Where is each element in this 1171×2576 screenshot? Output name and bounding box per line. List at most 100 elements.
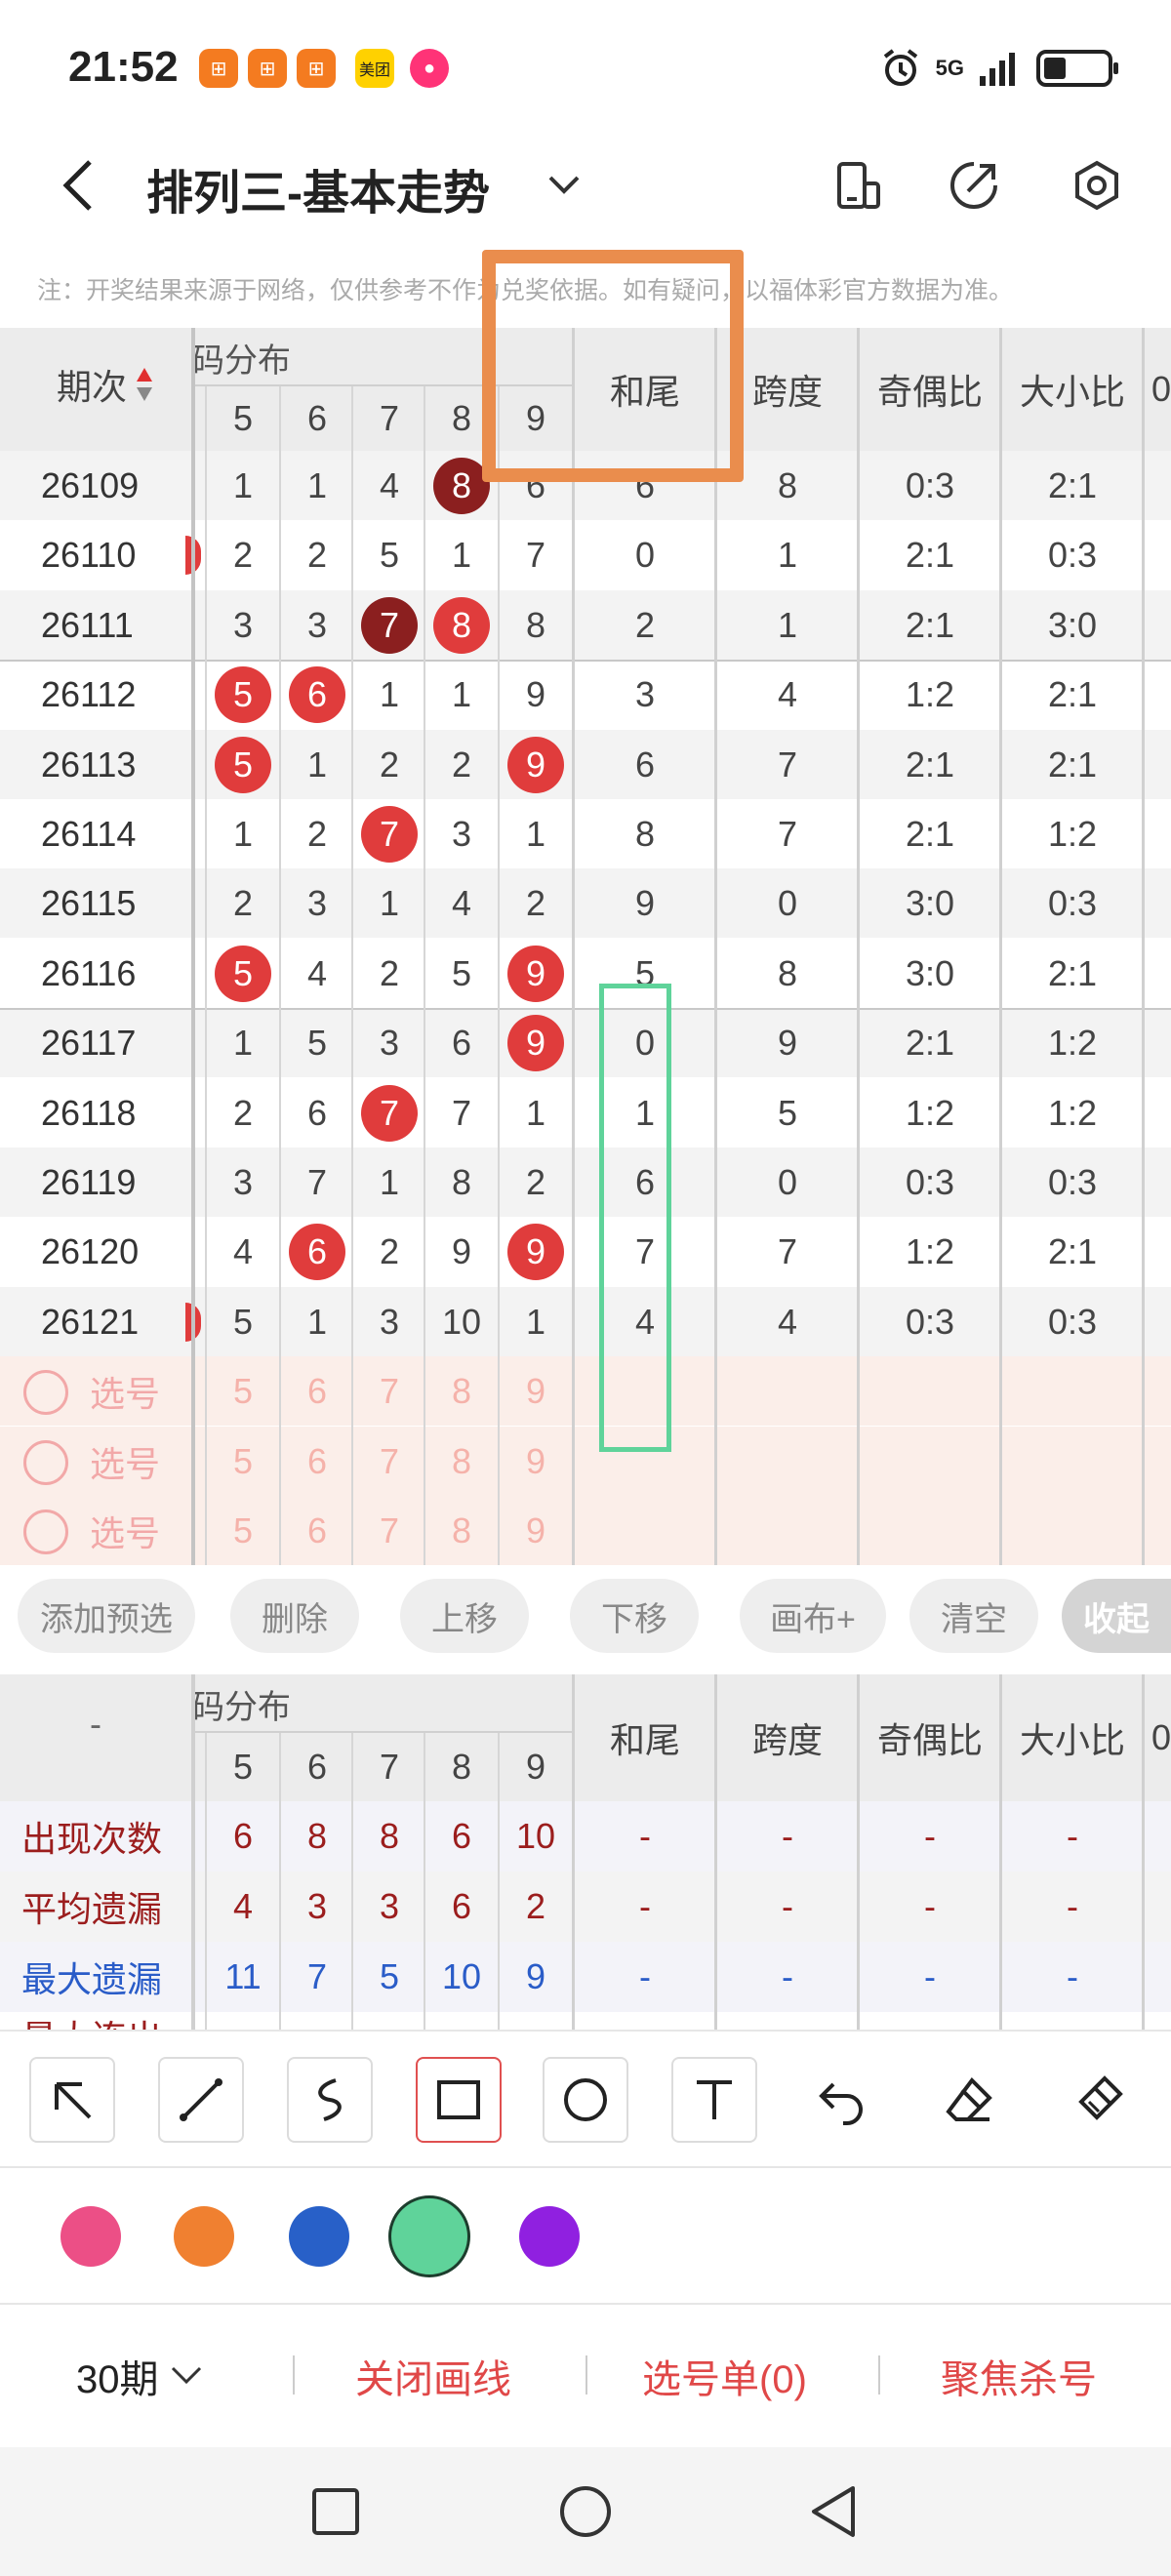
table-row[interactable]: 26120 4 6 2 9 9 7 7 1:2 2:1 bbox=[0, 1217, 1171, 1286]
pick-row[interactable]: 选号 5 6 7 8 9 bbox=[0, 1427, 1171, 1496]
app-notification-icon: ⊞ bbox=[248, 49, 287, 88]
stats-value: 2 bbox=[525, 1886, 546, 1926]
digit-cell: 5 bbox=[232, 1301, 254, 1342]
period-selector[interactable]: 30期 bbox=[76, 2348, 204, 2404]
table-row[interactable]: 26117 1 5 3 6 9 0 9 2:1 1:2 bbox=[0, 1008, 1171, 1077]
digit-cell: 9 bbox=[451, 1230, 472, 1271]
purple-swatch[interactable] bbox=[519, 2206, 580, 2267]
close-draw-button[interactable]: 关闭画线 bbox=[355, 2348, 511, 2404]
focus-kill-button[interactable]: 聚焦杀号 bbox=[941, 2348, 1097, 2404]
pick-number[interactable]: 7 bbox=[353, 1496, 425, 1565]
recent-apps-icon[interactable] bbox=[310, 2486, 361, 2537]
share-button[interactable] bbox=[947, 158, 1001, 213]
jiou-cell: 1:2 bbox=[905, 673, 955, 714]
pick-number[interactable]: 7 bbox=[353, 1356, 425, 1426]
table-row[interactable]: 26111 3 3 7 8 8 2 1 2:1 3:0 bbox=[0, 590, 1171, 660]
eraser-tool[interactable] bbox=[927, 2057, 1013, 2143]
pick-number[interactable]: 5 bbox=[207, 1496, 279, 1565]
stats-group-label: 号码分布 bbox=[193, 1688, 291, 1726]
pick-number[interactable]: 5 bbox=[207, 1356, 279, 1426]
action-button[interactable]: 添加预选 bbox=[18, 1579, 195, 1653]
stats-dash: - bbox=[782, 1886, 793, 1926]
digit-cell: 1 bbox=[451, 534, 472, 575]
orange-rect-drawing[interactable] bbox=[482, 250, 744, 482]
kuadu-cell: 1 bbox=[777, 534, 798, 575]
rectangle-icon bbox=[437, 2080, 480, 2119]
stats-digit-header: 7 bbox=[379, 1747, 400, 1787]
pick-radio[interactable] bbox=[23, 1370, 68, 1415]
stats-digit-header: 9 bbox=[525, 1747, 546, 1787]
table-row[interactable]: 26115 2 3 1 4 2 9 0 3:0 0:3 bbox=[0, 868, 1171, 938]
action-button[interactable]: 清空 bbox=[909, 1579, 1038, 1653]
pick-number[interactable]: 6 bbox=[281, 1496, 353, 1565]
digit-cell: 2 bbox=[306, 534, 328, 575]
digit-cell: 8 bbox=[425, 590, 498, 660]
circle-icon bbox=[564, 2078, 607, 2121]
kuadu-cell: 5 bbox=[777, 1092, 798, 1133]
issue-cell: 26114 bbox=[41, 813, 137, 854]
pick-number[interactable]: 6 bbox=[281, 1356, 353, 1426]
table-row[interactable]: 26112 5 6 1 1 9 3 4 1:2 2:1 bbox=[0, 660, 1171, 729]
layout-toggle-button[interactable] bbox=[831, 158, 886, 213]
digit-cell: 1 bbox=[232, 464, 254, 505]
stats-dash: - bbox=[782, 1956, 793, 1996]
table-row[interactable]: 26116 5 4 2 5 9 5 8 3:0 2:1 bbox=[0, 939, 1171, 1008]
pick-row[interactable]: 选号 5 6 7 8 9 bbox=[0, 1496, 1171, 1565]
action-button[interactable]: 上移 bbox=[400, 1579, 529, 1653]
pick-number[interactable]: 9 bbox=[500, 1356, 572, 1426]
issue-cell: 26109 bbox=[41, 464, 140, 505]
digit-cell: 4 bbox=[232, 1230, 254, 1271]
jiou-cell: 1:2 bbox=[905, 1230, 955, 1271]
action-button[interactable]: 下移 bbox=[570, 1579, 699, 1653]
table-row[interactable]: 26121 5 1 3 10 1 4 4 0:3 0:3 bbox=[0, 1287, 1171, 1356]
pick-radio[interactable] bbox=[23, 1440, 68, 1485]
page-title[interactable]: 排列三-基本走势 bbox=[146, 154, 490, 222]
back-button[interactable] bbox=[49, 156, 107, 215]
pick-number[interactable]: 8 bbox=[425, 1427, 498, 1496]
green-swatch[interactable] bbox=[388, 2195, 470, 2277]
table-row[interactable]: 26110 2 2 5 1 7 0 1 2:1 0:3 bbox=[0, 520, 1171, 589]
blue-swatch[interactable] bbox=[289, 2206, 349, 2267]
pick-list-button[interactable]: 选号单(0) bbox=[642, 2348, 807, 2404]
action-button[interactable]: 删除 bbox=[230, 1579, 359, 1653]
hit-ball: 7 bbox=[361, 1084, 418, 1142]
undo-tool[interactable] bbox=[798, 2057, 884, 2143]
pick-number[interactable]: 8 bbox=[425, 1356, 498, 1426]
action-button[interactable]: 收起 bbox=[1062, 1579, 1171, 1653]
rectangle-tool[interactable] bbox=[416, 2057, 502, 2143]
back-nav-icon[interactable] bbox=[808, 2484, 859, 2539]
color-palette bbox=[0, 2166, 1171, 2303]
digit-cell: 5 bbox=[207, 660, 279, 729]
hit-ball: 6 bbox=[289, 1223, 345, 1280]
green-rect-drawing[interactable] bbox=[599, 984, 671, 1452]
pick-number[interactable]: 9 bbox=[500, 1496, 572, 1565]
table-row[interactable]: 26114 1 2 7 3 1 8 7 2:1 1:2 bbox=[0, 799, 1171, 868]
stats-divider bbox=[1142, 1674, 1145, 2030]
pick-number[interactable]: 9 bbox=[500, 1427, 572, 1496]
orange-swatch[interactable] bbox=[174, 2206, 234, 2267]
title-dropdown[interactable] bbox=[546, 156, 582, 224]
pick-number[interactable]: 7 bbox=[353, 1427, 425, 1496]
kuadu-cell: 8 bbox=[777, 952, 798, 993]
circle-tool[interactable] bbox=[543, 2057, 628, 2143]
table-row[interactable]: 26113 5 1 2 2 9 6 7 2:1 2:1 bbox=[0, 730, 1171, 799]
pink-swatch[interactable] bbox=[61, 2206, 121, 2267]
table-row[interactable]: 26119 3 7 1 8 2 6 0 0:3 0:3 bbox=[0, 1147, 1171, 1217]
table-row[interactable]: 26118 2 6 7 7 1 1 5 1:2 1:2 bbox=[0, 1078, 1171, 1147]
pick-radio[interactable] bbox=[23, 1509, 68, 1554]
pick-number[interactable]: 6 bbox=[281, 1427, 353, 1496]
action-button[interactable]: 画布+ bbox=[740, 1579, 886, 1653]
line-tool[interactable] bbox=[158, 2057, 244, 2143]
pick-row[interactable]: 选号 5 6 7 8 9 bbox=[0, 1356, 1171, 1426]
clear-tool[interactable] bbox=[1056, 2057, 1142, 2143]
home-icon[interactable] bbox=[558, 2484, 613, 2539]
text-tool[interactable] bbox=[671, 2057, 757, 2143]
stats-value: 7 bbox=[306, 1956, 328, 1996]
arrow-tool[interactable] bbox=[29, 2057, 115, 2143]
pick-number[interactable]: 8 bbox=[425, 1496, 498, 1565]
issue-column-header[interactable]: 期次 bbox=[57, 359, 154, 410]
pick-number[interactable]: 5 bbox=[207, 1427, 279, 1496]
curve-tool[interactable] bbox=[287, 2057, 373, 2143]
settings-button[interactable] bbox=[1070, 158, 1124, 213]
digit-header: 6 bbox=[306, 398, 328, 438]
